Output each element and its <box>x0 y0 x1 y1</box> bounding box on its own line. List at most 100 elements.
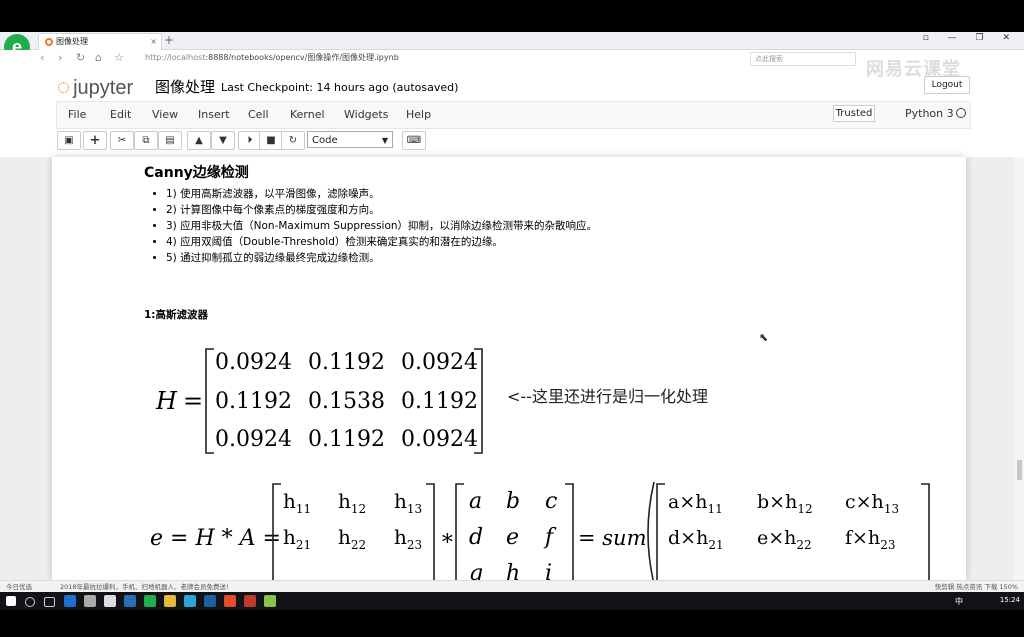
h-cell: h13 <box>394 489 422 516</box>
notebook-name[interactable]: 图像处理 <box>155 76 215 97</box>
stop-icon[interactable]: ■ <box>259 131 283 150</box>
mail-icon[interactable] <box>104 595 116 607</box>
matrix-cell: 0.1192 <box>308 350 385 375</box>
list-item: 4) 应用双阈值（Double-Threshold）检测来确定真实的和潜在的边缘… <box>166 234 597 250</box>
list-item: 2) 计算图像中每个像素点的梯度强度和方向。 <box>166 202 597 218</box>
logout-button[interactable]: Logout <box>924 76 970 94</box>
app-icon[interactable] <box>204 595 216 607</box>
menu-kernel[interactable]: Kernel <box>290 108 325 121</box>
url-path: :8888/notebooks/opencv/图像操作/图像处理.ipynb <box>205 53 399 62</box>
steps-list: 1) 使用高斯滤波器，以平滑图像，滤除噪声。 2) 计算图像中每个像素点的梯度强… <box>150 186 597 266</box>
h-cell: h11 <box>283 489 311 516</box>
matrix-cell: 0.0924 <box>215 350 292 375</box>
cell-type-value: Code <box>312 135 338 146</box>
left-bracket <box>656 483 665 580</box>
product-cell: e×h22 <box>757 527 812 552</box>
a-cell: g <box>469 561 483 580</box>
save-icon[interactable]: ▣ <box>57 131 81 150</box>
edge-browser-icon[interactable] <box>64 595 76 607</box>
ime-indicator[interactable]: 中 <box>955 596 963 607</box>
matrix-cell: 0.0924 <box>401 427 478 452</box>
kernel-status-icon <box>956 108 966 118</box>
list-item: 5) 通过抑制孤立的弱边缘最终完成边缘检测。 <box>166 250 597 266</box>
h-cell: h21 <box>283 525 311 552</box>
product-cell: a×h11 <box>668 491 723 516</box>
tab-title: 图像处理 <box>56 37 88 46</box>
list-item: 1) 使用高斯滤波器，以平滑图像，滤除噪声。 <box>166 186 597 202</box>
file-explorer-icon[interactable] <box>164 595 176 607</box>
back-icon[interactable]: ‹ <box>40 51 44 64</box>
matrix-label: H <box>155 387 178 415</box>
matrix-cell: 0.0924 <box>215 427 292 452</box>
copy-icon[interactable]: ⧉ <box>134 131 158 150</box>
product-cell: d×h21 <box>668 527 724 552</box>
chevron-down-icon: ▼ <box>381 136 388 145</box>
restart-icon[interactable]: ↻ <box>281 131 305 150</box>
right-bracket <box>426 483 435 580</box>
menu-help[interactable]: Help <box>406 108 431 121</box>
keyboard-icon[interactable]: ⌨ <box>402 131 426 150</box>
browser-360-icon[interactable] <box>144 595 156 607</box>
normalization-note: <--这里还进行是归一化处理 <box>507 387 708 406</box>
a-cell: b <box>506 489 520 514</box>
a-cell: a <box>469 489 482 514</box>
product-cell: f×h23 <box>845 527 895 552</box>
section-heading: Canny边缘检测 <box>144 165 249 181</box>
scrollbar[interactable] <box>1014 157 1024 580</box>
cut-icon[interactable]: ✂ <box>110 131 134 150</box>
right-bracket <box>921 483 930 580</box>
plus-icon[interactable]: + <box>83 131 107 150</box>
app-icon[interactable] <box>124 595 136 607</box>
forward-icon[interactable]: › <box>58 51 62 64</box>
menu-file[interactable]: File <box>68 108 86 121</box>
scrollbar-thumb[interactable] <box>1017 460 1022 480</box>
a-cell: h <box>506 561 520 580</box>
menu-edit[interactable]: Edit <box>110 108 131 121</box>
mouse-cursor-icon: ⬉ <box>759 331 769 344</box>
new-tab-button[interactable]: + <box>164 33 174 47</box>
window-controls[interactable]: ▫ — ❐ ✕ <box>923 33 1018 43</box>
app-icon[interactable] <box>224 595 236 607</box>
left-paren <box>647 481 655 580</box>
a-cell: c <box>545 489 557 514</box>
left-bracket <box>455 483 464 580</box>
app-icon[interactable] <box>244 595 256 607</box>
subheading: 1:高斯滤波器 <box>144 309 209 321</box>
jupyter-logo-text: jupyter <box>73 77 134 99</box>
windows-start-icon[interactable] <box>6 596 16 606</box>
matrix-cell: 0.1192 <box>215 389 292 414</box>
menu-widgets[interactable]: Widgets <box>344 108 388 121</box>
browser-tab[interactable]: 图像处理 × <box>38 33 162 50</box>
app-icon[interactable] <box>184 595 196 607</box>
product-cell: b×h12 <box>757 491 813 516</box>
trusted-badge[interactable]: Trusted <box>833 105 875 122</box>
jupyter-logo[interactable]: ◌ jupyter <box>57 74 133 100</box>
matrix-cell: 0.1192 <box>308 427 385 452</box>
cell-type-select[interactable]: Code ▼ <box>307 131 393 148</box>
jupyter-favicon-icon <box>45 38 53 46</box>
arrow-up-icon[interactable]: ▲ <box>187 131 211 150</box>
reload-icon[interactable]: ↻ <box>76 51 85 64</box>
store-icon[interactable] <box>84 595 96 607</box>
task-view-icon[interactable] <box>44 597 55 607</box>
menu-insert[interactable]: Insert <box>198 108 230 121</box>
app-icon[interactable] <box>264 595 276 607</box>
browser-search-input[interactable]: 点此搜索 <box>750 52 856 66</box>
search-icon[interactable] <box>25 597 35 607</box>
convolution-operator: ∗ <box>440 526 455 551</box>
star-icon[interactable]: ☆ <box>114 51 124 64</box>
close-tab-icon[interactable]: × <box>150 34 157 50</box>
checkpoint-status: Last Checkpoint: 14 hours ago (autosaved… <box>221 81 459 94</box>
right-bracket <box>565 483 574 580</box>
sum-label: = sum <box>578 526 647 550</box>
menu-view[interactable]: View <box>152 108 178 121</box>
paste-icon[interactable]: ▤ <box>158 131 182 150</box>
url-host: http://localhost <box>145 53 206 62</box>
menu-cell[interactable]: Cell <box>248 108 269 121</box>
home-icon[interactable]: ⌂ <box>95 51 102 64</box>
a-cell: e <box>506 525 519 550</box>
taskbar-clock[interactable]: 15:24 <box>1000 596 1020 604</box>
convolution-equation: e = H * A = h11 h12 h13 h21 h22 h23 ∗ a … <box>150 481 930 580</box>
url-field[interactable]: http://localhost:8888/notebooks/opencv/图… <box>145 52 399 63</box>
arrow-down-icon[interactable]: ▼ <box>211 131 235 150</box>
